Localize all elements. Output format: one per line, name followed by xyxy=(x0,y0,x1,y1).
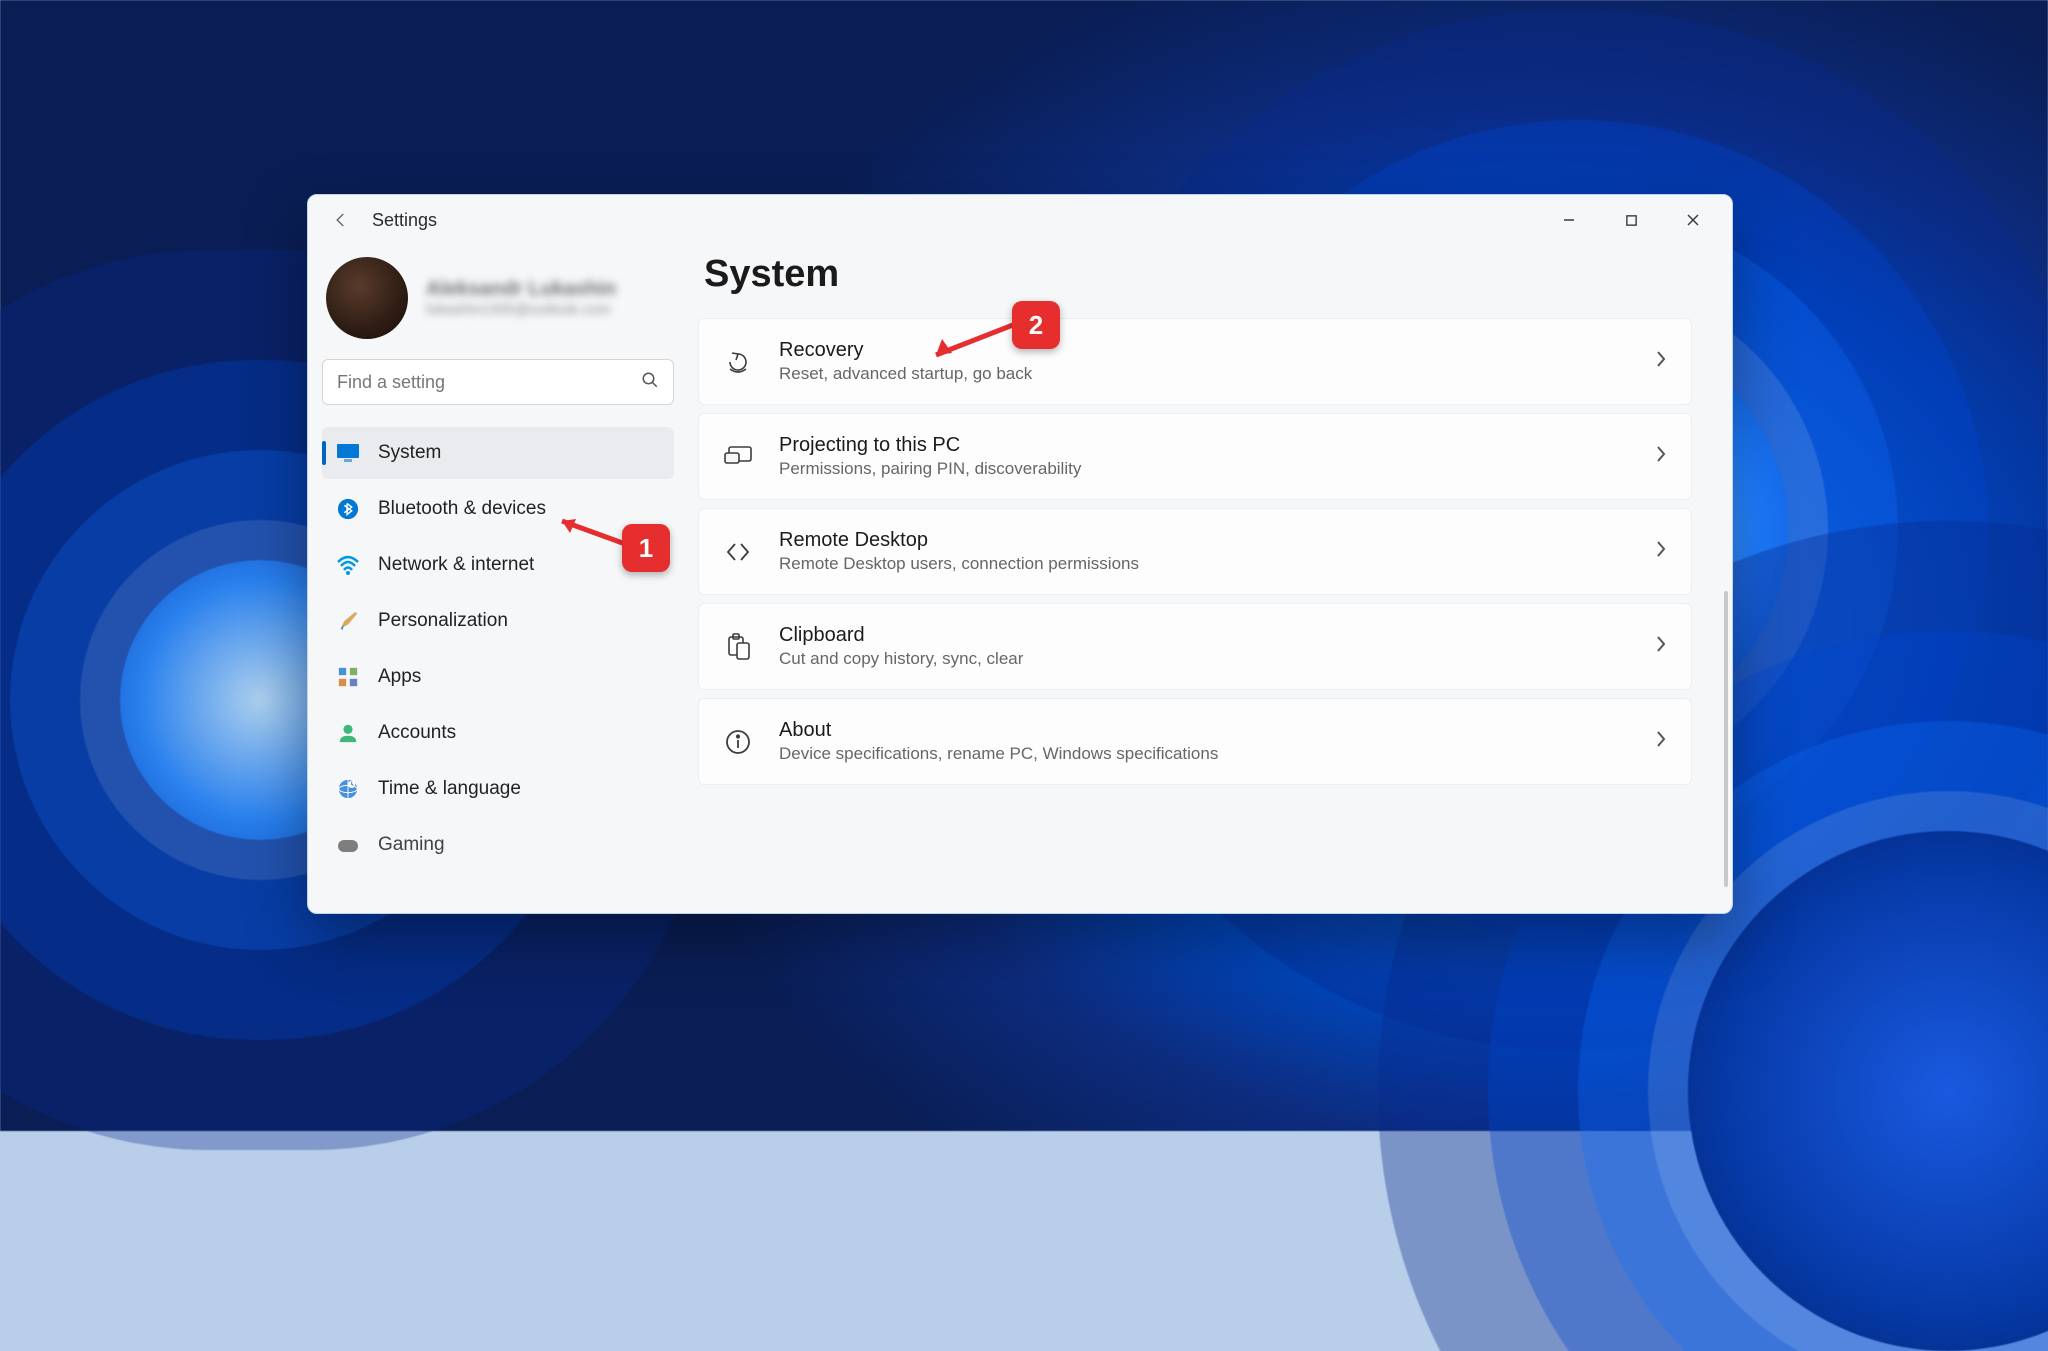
card-desc: Remote Desktop users, connection permiss… xyxy=(779,554,1629,574)
annotation-callout-1: 1 xyxy=(622,524,670,572)
sidebar-item-label: Personalization xyxy=(378,610,508,632)
settings-card-projecting[interactable]: Projecting to this PC Permissions, pairi… xyxy=(698,413,1692,500)
annotation-arrow-1 xyxy=(542,511,632,551)
card-desc: Reset, advanced startup, go back xyxy=(779,364,1629,384)
sidebar-item-personalization[interactable]: Personalization xyxy=(322,595,674,647)
brush-icon xyxy=(336,609,360,633)
search-icon xyxy=(641,371,659,394)
card-title: Remote Desktop xyxy=(779,529,1629,552)
apps-icon xyxy=(336,665,360,689)
sidebar-item-system[interactable]: System xyxy=(322,427,674,479)
sidebar-item-label: Time & language xyxy=(378,778,521,800)
user-account-block[interactable]: Aleksandr Lukashin lukashin1305@outlook.… xyxy=(322,253,674,359)
sidebar-item-accounts[interactable]: Accounts xyxy=(322,707,674,759)
card-title: Projecting to this PC xyxy=(779,434,1629,457)
project-icon xyxy=(723,442,753,472)
user-email: lukashin1305@outlook.com xyxy=(426,301,616,318)
main-content: System Recovery Reset, advanced startup,… xyxy=(688,245,1732,913)
chevron-right-icon xyxy=(1655,635,1667,658)
search-box[interactable] xyxy=(322,359,674,405)
settings-card-remote-desktop[interactable]: Remote Desktop Remote Desktop users, con… xyxy=(698,508,1692,595)
minimize-button[interactable] xyxy=(1552,203,1586,237)
card-title: Clipboard xyxy=(779,624,1629,647)
card-title: Recovery xyxy=(779,339,1629,362)
sidebar-item-label: Accounts xyxy=(378,722,456,744)
clipboard-icon xyxy=(723,632,753,662)
card-desc: Permissions, pairing PIN, discoverabilit… xyxy=(779,459,1629,479)
card-title: About xyxy=(779,719,1629,742)
scrollbar[interactable] xyxy=(1724,591,1728,887)
globe-icon xyxy=(336,777,360,801)
sidebar-item-apps[interactable]: Apps xyxy=(322,651,674,703)
sidebar: Aleksandr Lukashin lukashin1305@outlook.… xyxy=(308,245,688,913)
monitor-icon xyxy=(336,441,360,465)
close-button[interactable] xyxy=(1676,203,1710,237)
sidebar-item-label: Apps xyxy=(378,666,421,688)
chevron-right-icon xyxy=(1655,540,1667,563)
chevron-right-icon xyxy=(1655,445,1667,468)
settings-card-clipboard[interactable]: Clipboard Cut and copy history, sync, cl… xyxy=(698,603,1692,690)
sidebar-item-label: System xyxy=(378,442,441,464)
person-icon xyxy=(336,721,360,745)
back-button[interactable] xyxy=(324,203,358,237)
titlebar[interactable]: Settings xyxy=(308,195,1732,245)
page-title: System xyxy=(698,253,1692,296)
sidebar-nav: System Bluetooth & devices Network & int… xyxy=(322,427,674,871)
sidebar-item-label: Network & internet xyxy=(378,554,534,576)
settings-card-recovery[interactable]: Recovery Reset, advanced startup, go bac… xyxy=(698,318,1692,405)
chevron-right-icon xyxy=(1655,730,1667,753)
wifi-icon xyxy=(336,553,360,577)
avatar xyxy=(326,257,408,339)
user-name: Aleksandr Lukashin xyxy=(426,278,616,301)
sidebar-item-gaming[interactable]: Gaming xyxy=(322,819,674,871)
sidebar-item-label: Gaming xyxy=(378,834,445,856)
remote-icon xyxy=(723,537,753,567)
sidebar-item-time[interactable]: Time & language xyxy=(322,763,674,815)
window-title: Settings xyxy=(372,210,437,231)
maximize-button[interactable] xyxy=(1614,203,1648,237)
card-desc: Cut and copy history, sync, clear xyxy=(779,649,1629,669)
chevron-right-icon xyxy=(1655,350,1667,373)
settings-card-about[interactable]: About Device specifications, rename PC, … xyxy=(698,698,1692,785)
bluetooth-icon xyxy=(336,497,360,521)
search-input[interactable] xyxy=(337,372,641,393)
settings-window: Settings Aleksandr Lukashin lukashin1305… xyxy=(307,194,1733,914)
recovery-icon xyxy=(723,347,753,377)
info-icon xyxy=(723,727,753,757)
sidebar-item-label: Bluetooth & devices xyxy=(378,498,546,520)
gamepad-icon xyxy=(336,833,360,857)
annotation-callout-2: 2 xyxy=(1012,301,1060,349)
card-desc: Device specifications, rename PC, Window… xyxy=(779,744,1629,764)
